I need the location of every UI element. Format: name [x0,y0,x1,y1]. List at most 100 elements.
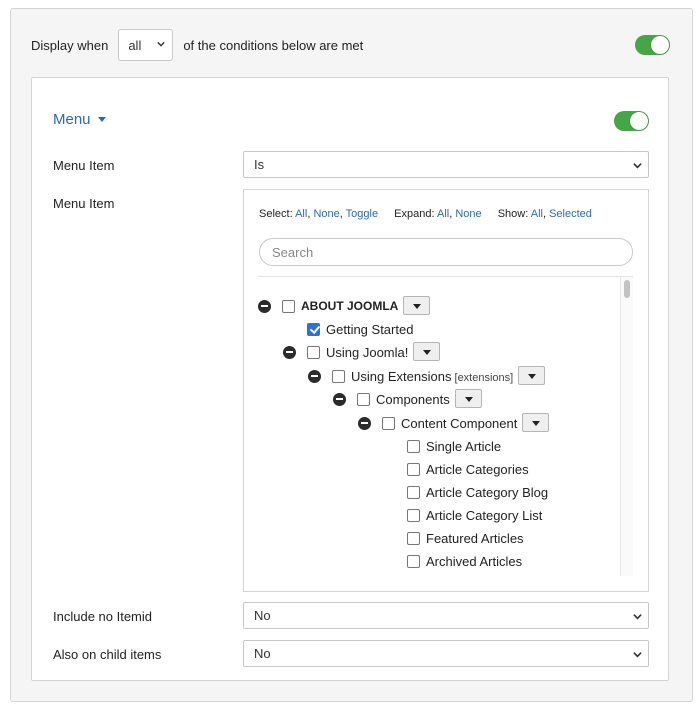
select-none-link[interactable]: None [313,208,339,220]
tree-row: Getting Started [258,319,618,339]
tree-item-label[interactable]: Article Category Blog [426,485,548,500]
tree-item-text: Single Article [426,439,502,454]
also-on-child-items-select[interactable]: No [243,640,649,667]
tree-row: Using Extensions [extensions] [258,366,618,386]
chevron-down-icon [633,652,642,658]
also-on-child-items-label: Also on child items [53,647,162,662]
conditions-panel: Display when all of the conditions below… [10,8,693,702]
show-selected-link[interactable]: Selected [549,208,592,220]
tree-item-text: Content Component [401,416,518,431]
tree-item-dropdown[interactable] [413,342,441,361]
tree-item-dropdown[interactable] [403,296,431,315]
conditions-toggle[interactable] [635,35,670,55]
tree-item-checkbox[interactable] [407,554,420,568]
toggle-knob [651,36,669,54]
collapse-icon[interactable] [333,392,346,406]
tree-item-checkbox[interactable] [407,439,420,453]
menu-item-tree-label: Menu Item [53,196,115,211]
menu-item-operator-value: Is [254,157,265,172]
tree-row: ABOUT JOOMLA [258,296,618,316]
show-label: Show: [497,208,529,220]
tree-item-text: ABOUT JOOMLA [301,299,399,313]
tree-item-text: Using Extensions [351,369,452,384]
toggle-knob [630,112,648,130]
tree-row: Article Category List [258,505,618,525]
tree-row: Content Component [258,413,618,433]
tree-item-text: Article Category Blog [426,485,549,500]
tree-item-label[interactable]: Getting Started [326,322,413,337]
tree-item-checkbox[interactable] [407,462,420,476]
tree-item-label[interactable]: Single Article [426,439,501,454]
tree-search-input[interactable]: Search [259,238,633,266]
display-when-suffix: of the conditions below are met [183,37,364,53]
collapse-icon[interactable] [358,416,371,430]
show-all-link[interactable]: All [531,208,543,220]
tree-row: Featured Articles [258,528,618,548]
tree-list: ABOUT JOOMLA Getting Started Using Joomla!… [258,276,633,576]
expand-none-link[interactable]: None [455,208,481,220]
tree-item-checkbox[interactable] [357,392,370,406]
tree-item-extra: [extensions] [451,372,514,384]
search-placeholder: Search [272,244,314,260]
tree-item-text: Article Category List [426,508,543,523]
chevron-down-icon [157,41,166,47]
menu-condition-toggle[interactable] [614,111,649,131]
tree-item-label[interactable]: Using Extensions [extensions] [351,369,513,384]
tree-item-label[interactable]: Featured Articles [426,531,524,546]
tree-item-checkbox[interactable] [282,299,295,313]
tree-item-checkbox[interactable] [407,485,420,499]
tree-item-checkbox[interactable] [382,416,395,430]
tree-item-checkbox[interactable] [407,508,420,522]
collapse-icon[interactable] [308,369,321,383]
tree-item-checkbox[interactable] [307,345,320,359]
tree-controls: Select: All, None, Toggle Expand: All, N… [259,208,592,220]
include-no-itemid-value: No [254,608,271,623]
tree-item-text: Featured Articles [426,531,524,546]
caret-down-icon [97,117,106,122]
select-label: Select: [259,208,293,220]
menu-item-operator-select[interactable]: Is [243,151,649,178]
tree-item-text: Using Joomla! [326,345,409,360]
scrollbar-thumb[interactable] [624,280,630,298]
tree-item-checkbox[interactable] [307,322,320,336]
display-when-prefix: Display when [31,37,109,53]
collapse-icon[interactable] [283,345,296,359]
match-all-select-value: all [128,37,142,53]
tree-row: Single Article [258,436,618,456]
tree-item-checkbox[interactable] [332,369,345,383]
tree-row: Article Categories [258,459,618,479]
tree-row: Archived Articles [258,551,618,571]
tree-item-text: Article Categories [426,462,529,477]
tree-item-dropdown[interactable] [454,389,482,408]
match-all-select[interactable]: all [118,29,174,61]
tree-item-label[interactable]: Article Category List [426,508,542,523]
collapse-icon[interactable] [258,299,271,313]
menu-item-operator-label: Menu Item [53,158,115,173]
tree-item-label[interactable]: Using Joomla! [326,345,408,360]
menu-condition-title-label: Menu [53,111,91,128]
select-all-link[interactable]: All [295,208,307,220]
menu-condition-title[interactable]: Menu [53,111,106,128]
expand-all-link[interactable]: All [437,208,449,220]
chevron-down-icon [633,163,642,169]
display-when-row: Display when all of the conditions below… [31,29,363,61]
tree-item-label[interactable]: Content Component [401,416,517,431]
tree-scrollbar[interactable] [620,277,633,576]
tree-item-text: Archived Articles [426,554,523,569]
include-no-itemid-label: Include no Itemid [53,609,153,624]
expand-label: Expand: [394,208,435,220]
tree-item-label[interactable]: Archived Articles [426,554,522,569]
tree-item-dropdown[interactable] [518,366,546,385]
tree-item-label[interactable]: ABOUT JOOMLA [301,299,398,313]
tree-item-label[interactable]: Components [376,392,450,407]
tree-row: Components [258,389,618,409]
tree-item-checkbox[interactable] [407,531,420,545]
tree-row: Article Category Blog [258,482,618,502]
tree-row: Using Joomla! [258,342,618,362]
include-no-itemid-select[interactable]: No [243,602,649,629]
select-toggle-link[interactable]: Toggle [346,208,378,220]
tree-item-dropdown[interactable] [522,413,550,432]
tree-item-text: Getting Started [326,322,414,337]
tree-item-label[interactable]: Article Categories [426,462,529,477]
menu-item-tree: Select: All, None, Toggle Expand: All, N… [243,189,649,592]
